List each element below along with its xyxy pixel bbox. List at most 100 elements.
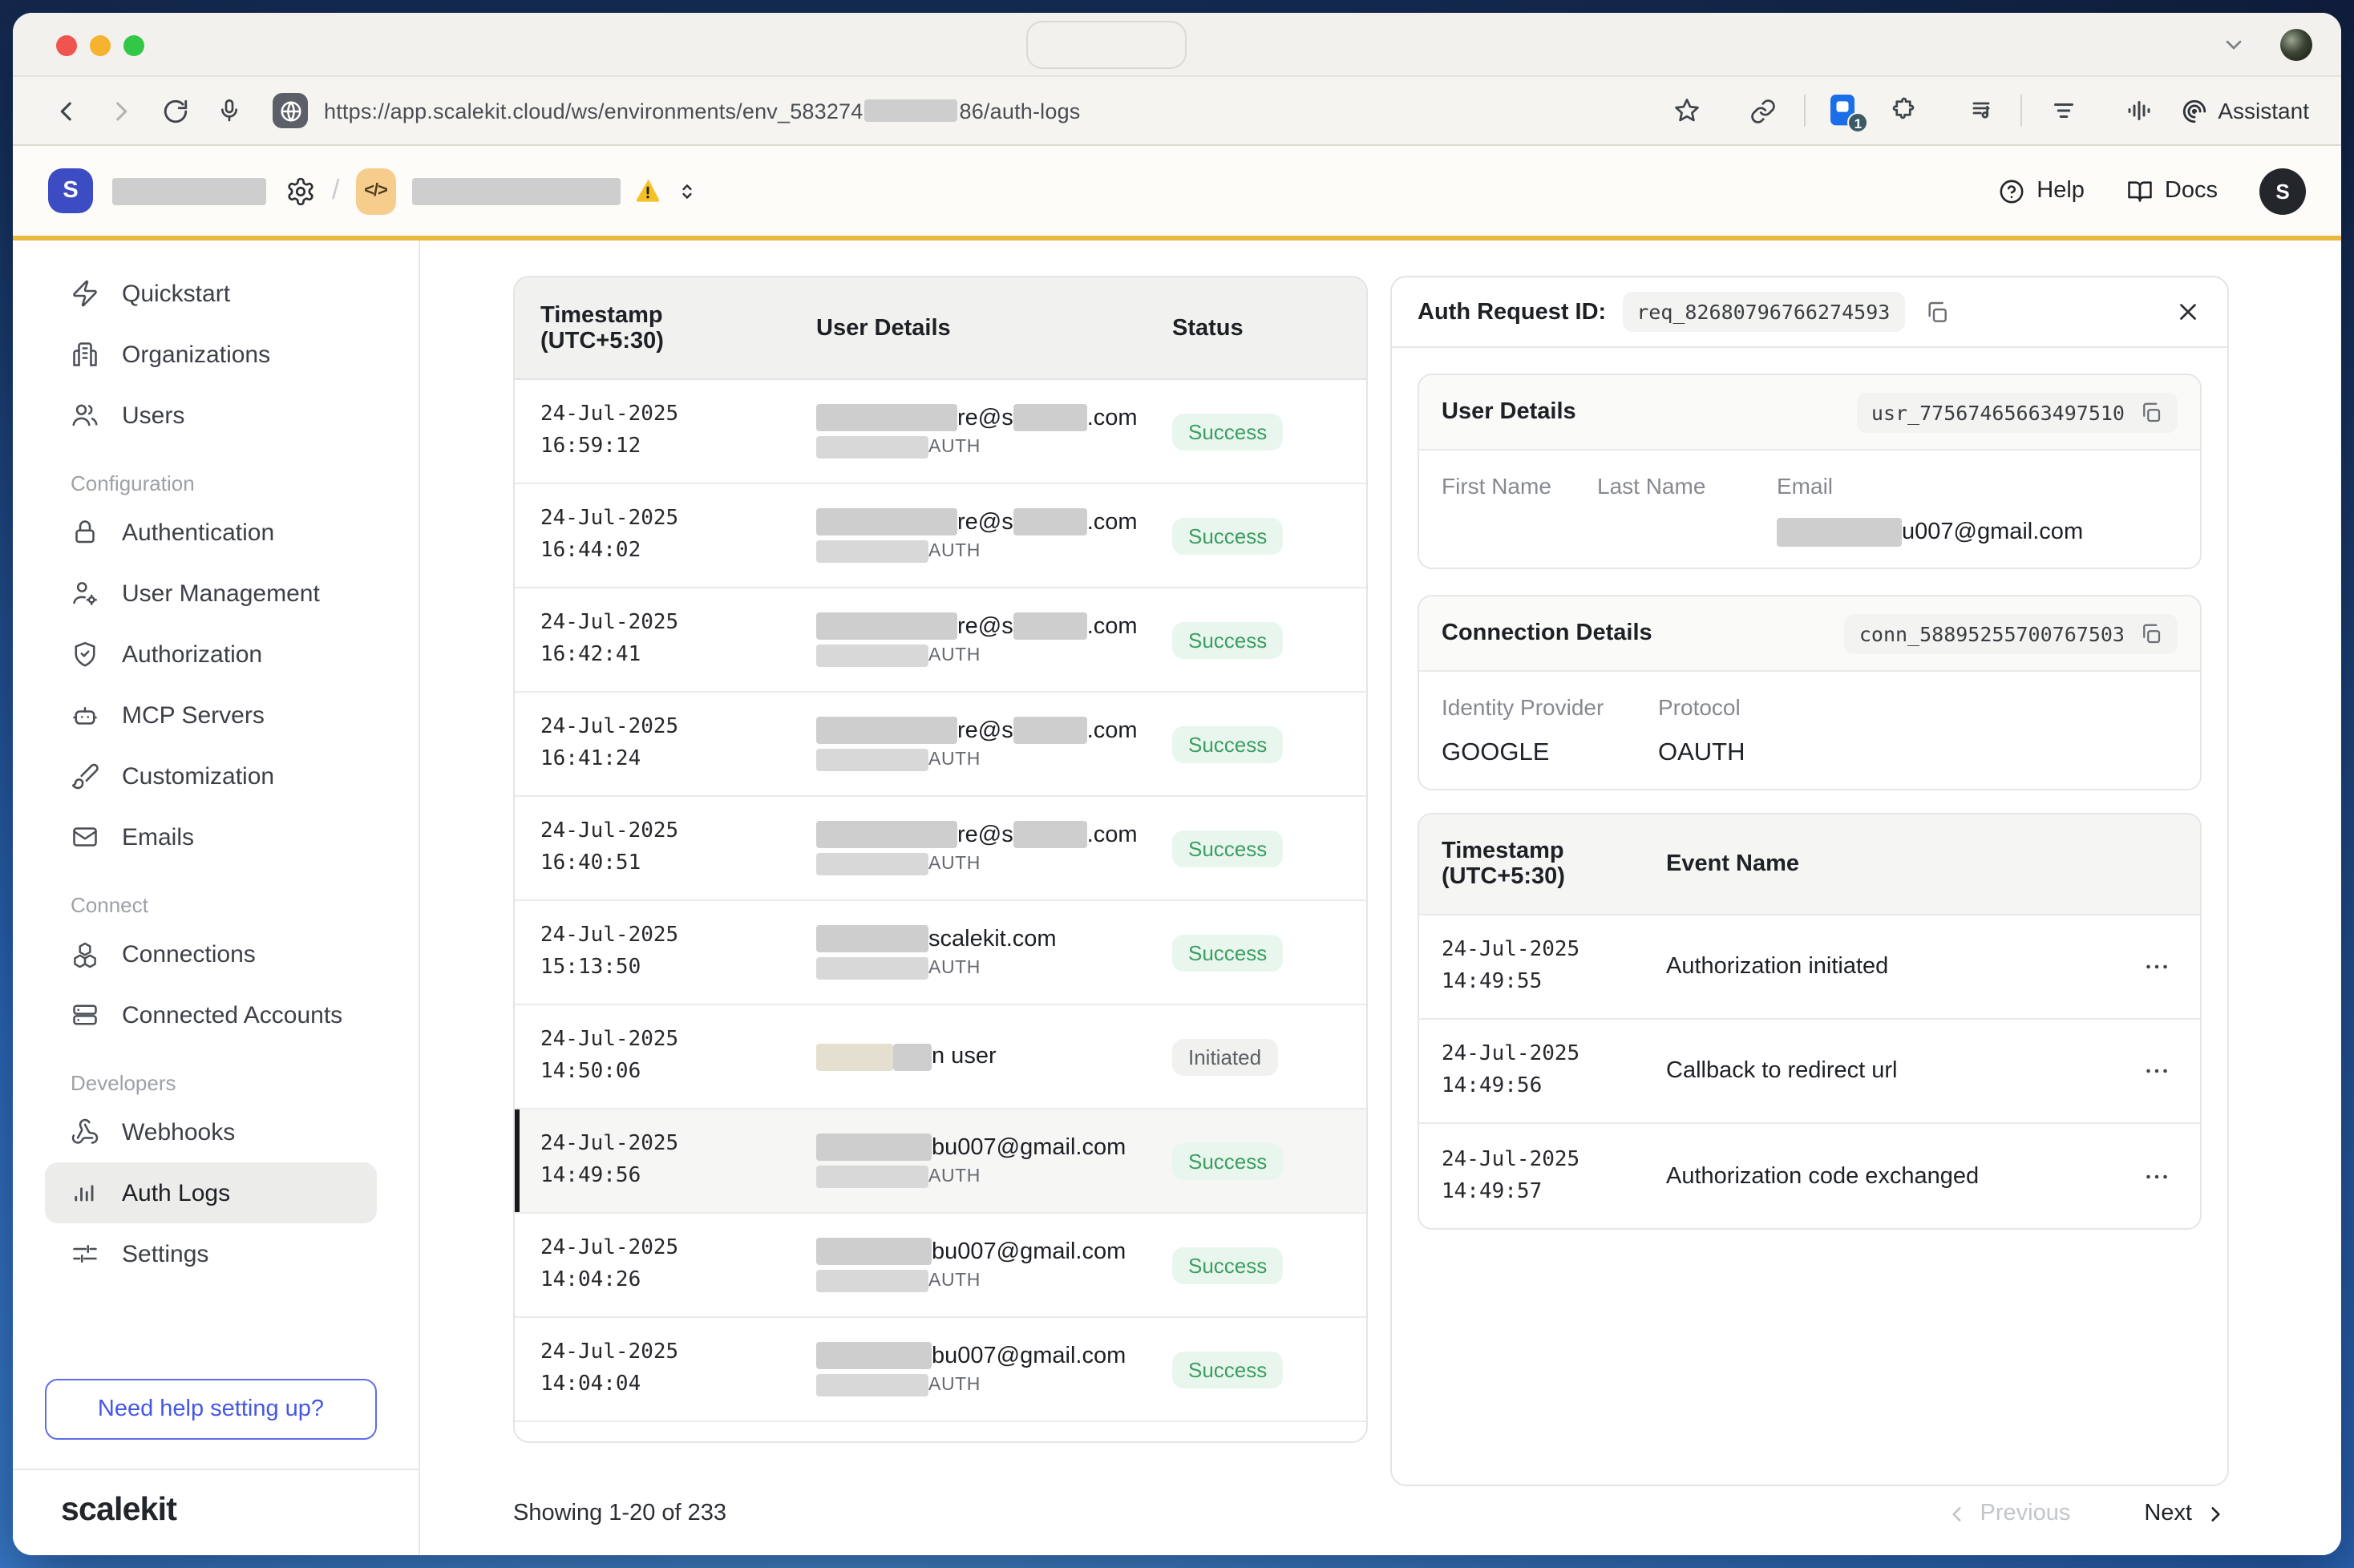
close-window-button[interactable] bbox=[56, 35, 77, 56]
redacted-connection bbox=[816, 540, 928, 563]
status-badge: Success bbox=[1172, 517, 1283, 554]
copy-connection-id-icon[interactable] bbox=[2139, 621, 2163, 645]
redacted-email bbox=[1013, 508, 1087, 535]
url-prefix: https://app.scalekit.cloud/ws/environmen… bbox=[324, 99, 864, 123]
password-manager-icon[interactable]: 1 bbox=[1826, 91, 1862, 130]
log-row[interactable]: 24-Jul-202516:41:24 re@s.com AUTH Succes… bbox=[515, 693, 1366, 797]
sidebar-item-authorization[interactable]: Authorization bbox=[45, 624, 377, 685]
event-menu-dots-icon[interactable] bbox=[2142, 1162, 2200, 1190]
need-help-button[interactable]: Need help setting up? bbox=[45, 1379, 377, 1440]
password-manager-badge: 1 bbox=[1847, 112, 1868, 133]
redacted-email bbox=[1777, 518, 1902, 547]
sliders-icon bbox=[71, 1239, 99, 1268]
playlist-icon[interactable] bbox=[1958, 90, 2000, 131]
sidebar-label: Authentication bbox=[122, 519, 274, 546]
redacted-user bbox=[893, 1043, 932, 1070]
status-badge: Success bbox=[1172, 1351, 1283, 1388]
sidebar-item-quickstart[interactable]: Quickstart bbox=[45, 263, 377, 324]
environment-badge[interactable]: </> bbox=[355, 168, 395, 214]
reading-list-icon[interactable] bbox=[2043, 90, 2085, 131]
log-row-selected[interactable]: 24-Jul-202514:49:56 bu007@gmail.com AUTH… bbox=[515, 1109, 1366, 1214]
site-info-globe-icon[interactable] bbox=[273, 93, 308, 128]
log-row[interactable]: 24-Jul-202514:50:06 n user Initiated bbox=[515, 1005, 1366, 1109]
minimize-window-button[interactable] bbox=[90, 35, 111, 56]
address-bar[interactable]: https://app.scalekit.cloud/ws/environmen… bbox=[324, 99, 1081, 123]
col-event-timestamp: Timestamp bbox=[1442, 839, 1666, 864]
sidebar-item-user-management[interactable]: User Management bbox=[45, 563, 377, 624]
log-row[interactable]: 24-Jul-202516:42:41 re@s.com AUTH Succes… bbox=[515, 588, 1366, 693]
microphone-icon[interactable] bbox=[208, 90, 250, 131]
scalekit-logo: scalekit bbox=[61, 1491, 419, 1530]
redacted-email bbox=[816, 1134, 932, 1161]
event-menu-dots-icon[interactable] bbox=[2142, 952, 2200, 981]
sidebar-item-customization[interactable]: Customization bbox=[45, 746, 377, 806]
copy-request-id-icon[interactable] bbox=[1920, 299, 1949, 325]
reload-icon[interactable] bbox=[154, 90, 196, 131]
sidebar-section-developers: Developers bbox=[13, 1071, 419, 1095]
log-row[interactable]: 24-Jul-202516:59:12 re@s.com AUTH Succes… bbox=[515, 380, 1366, 484]
auth-request-id-label: Auth Request ID: bbox=[1418, 299, 1606, 325]
log-row[interactable]: 24-Jul-202516:40:51 re@s.com AUTH Succes… bbox=[515, 797, 1366, 901]
event-name: Callback to redirect url bbox=[1666, 1058, 2142, 1084]
shield-check-icon bbox=[71, 640, 99, 669]
building-icon bbox=[71, 340, 99, 369]
status-badge: Success bbox=[1172, 621, 1283, 658]
connection-id-chip: conn_58895255700767503 bbox=[1845, 613, 2178, 653]
sidebar-label: Emails bbox=[122, 823, 194, 851]
url-suffix: 86/auth-logs bbox=[960, 99, 1081, 123]
close-icon[interactable] bbox=[2174, 298, 2202, 325]
sidebar-label: Customization bbox=[122, 762, 274, 790]
next-button[interactable]: Next bbox=[2144, 1501, 2226, 1526]
back-icon[interactable] bbox=[45, 90, 87, 131]
docs-button[interactable]: Docs bbox=[2126, 177, 2218, 204]
sidebar-item-users[interactable]: Users bbox=[45, 385, 377, 446]
copy-user-id-icon[interactable] bbox=[2139, 400, 2163, 424]
sidebar-item-connected-accounts[interactable]: Connected Accounts bbox=[45, 984, 377, 1045]
connection-details-card: Connection Details conn_5889525570076750… bbox=[1418, 595, 2202, 790]
sidebar-item-auth-logs[interactable]: Auth Logs bbox=[45, 1162, 377, 1223]
redacted-email bbox=[816, 1238, 932, 1265]
browser-profile-avatar[interactable] bbox=[2280, 29, 2312, 61]
help-label: Help bbox=[2036, 178, 2085, 204]
sidebar-item-authentication[interactable]: Authentication bbox=[45, 502, 377, 563]
workspace-badge[interactable]: S bbox=[48, 168, 93, 213]
sidebar-item-organizations[interactable]: Organizations bbox=[45, 324, 377, 385]
environment-switcher-chevrons-icon[interactable] bbox=[674, 179, 698, 203]
help-button[interactable]: Help bbox=[1998, 177, 2085, 204]
redacted-email bbox=[1013, 612, 1087, 640]
log-row[interactable]: 24-Jul-202515:13:50 scalekit.com AUTH Su… bbox=[515, 901, 1366, 1005]
event-row: 24-Jul-202514:49:56 Callback to redirect… bbox=[1419, 1020, 2200, 1124]
sidebar-item-emails[interactable]: Emails bbox=[45, 806, 377, 867]
extensions-puzzle-icon[interactable] bbox=[1883, 90, 1924, 131]
robot-icon bbox=[71, 701, 99, 729]
browser-tab[interactable] bbox=[1026, 21, 1187, 69]
redacted-connection bbox=[816, 1374, 928, 1396]
sidebar-label: Settings bbox=[122, 1240, 208, 1267]
event-row: 24-Jul-202514:49:57 Authorization code e… bbox=[1419, 1124, 2200, 1228]
user-avatar[interactable]: S bbox=[2259, 168, 2306, 214]
chevron-down-icon[interactable] bbox=[2213, 24, 2255, 66]
sidebar-item-settings[interactable]: Settings bbox=[45, 1223, 377, 1284]
logs-table-header: Timestamp(UTC+5:30) User Details Status bbox=[515, 277, 1366, 380]
event-menu-dots-icon[interactable] bbox=[2142, 1057, 2200, 1085]
copy-link-icon[interactable] bbox=[1741, 90, 1783, 131]
zoom-window-button[interactable] bbox=[123, 35, 144, 56]
redacted-email bbox=[1013, 404, 1087, 431]
app-header: S / </> Help Docs bbox=[13, 146, 2341, 240]
previous-button[interactable]: Previous bbox=[1947, 1501, 2071, 1526]
assistant-button[interactable]: Assistant bbox=[2181, 97, 2309, 124]
audio-bars-icon[interactable] bbox=[2118, 90, 2160, 131]
sidebar-item-mcp-servers[interactable]: MCP Servers bbox=[45, 685, 377, 746]
bookmark-star-icon[interactable] bbox=[1666, 90, 1708, 131]
forward-icon[interactable] bbox=[99, 90, 141, 131]
workspace-settings-gear-icon[interactable] bbox=[285, 176, 316, 206]
sidebar-label: Webhooks bbox=[122, 1118, 235, 1146]
status-badge: Initiated bbox=[1172, 1038, 1277, 1075]
sidebar-item-connections[interactable]: Connections bbox=[45, 923, 377, 984]
status-badge: Success bbox=[1172, 725, 1283, 762]
log-row[interactable]: 24-Jul-202514:04:04 bu007@gmail.com AUTH… bbox=[515, 1318, 1366, 1422]
redacted-connection bbox=[816, 957, 928, 980]
log-row[interactable]: 24-Jul-202514:04:26 bu007@gmail.com AUTH… bbox=[515, 1214, 1366, 1318]
sidebar-item-webhooks[interactable]: Webhooks bbox=[45, 1101, 377, 1162]
log-row[interactable]: 24-Jul-202516:44:02 re@s.com AUTH Succes… bbox=[515, 484, 1366, 588]
